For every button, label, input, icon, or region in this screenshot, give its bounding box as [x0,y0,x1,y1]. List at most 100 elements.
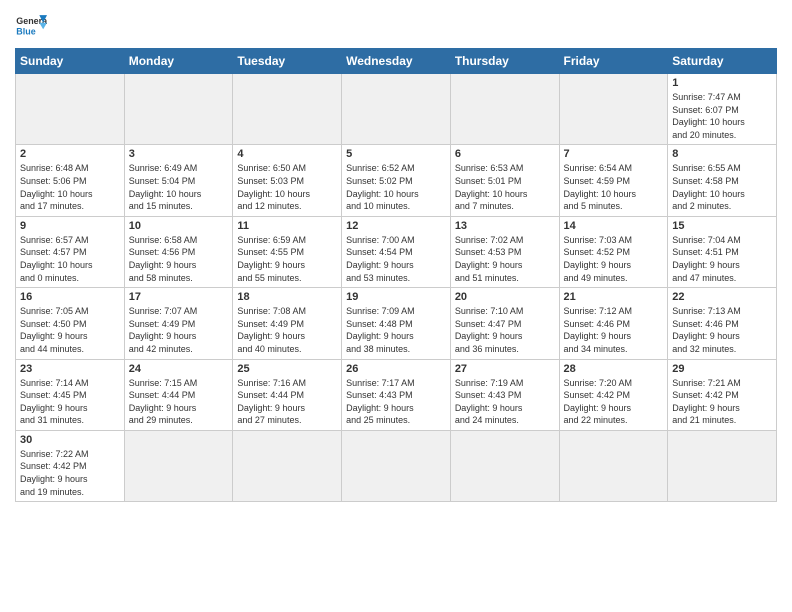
day-number: 14 [564,220,664,232]
day-number: 8 [672,148,772,160]
day-info: Sunrise: 7:08 AM Sunset: 4:49 PM Dayligh… [237,305,337,355]
week-row-2: 2Sunrise: 6:48 AM Sunset: 5:06 PM Daylig… [16,145,777,216]
weekday-wednesday: Wednesday [342,49,451,74]
day-info: Sunrise: 6:54 AM Sunset: 4:59 PM Dayligh… [564,162,664,212]
day-cell: 22 Sunrise: 7:13 AM Sunset: 4:46 PM Dayli… [668,288,777,359]
day-cell: 24Sunrise: 7:15 AM Sunset: 4:44 PM Dayli… [124,359,233,430]
day-cell: 4 Sunrise: 6:50 AM Sunset: 5:03 PM Daylig… [233,145,342,216]
day-info: Sunrise: 6:57 AM Sunset: 4:57 PM Dayligh… [20,234,120,284]
day-cell: 23 Sunrise: 7:14 AM Sunset: 4:45 PM Dayli… [16,359,125,430]
day-cell: 21 Sunrise: 7:12 AM Sunset: 4:46 PM Dayli… [559,288,668,359]
day-info: Sunrise: 7:12 AM Sunset: 4:46 PM Dayligh… [564,305,664,355]
day-cell [124,430,233,501]
day-info: Sunrise: 7:15 AM Sunset: 4:44 PM Dayligh… [129,377,229,427]
day-info: Sunrise: 6:50 AM Sunset: 5:03 PM Dayligh… [237,162,337,212]
weekday-saturday: Saturday [668,49,777,74]
week-row-1: 1 Sunrise: 7:47 AM Sunset: 6:07 PM Daylig… [16,74,777,145]
day-info: Sunrise: 7:03 AM Sunset: 4:52 PM Dayligh… [564,234,664,284]
day-number: 3 [129,148,229,160]
weekday-tuesday: Tuesday [233,49,342,74]
day-cell [233,74,342,145]
day-info: Sunrise: 7:16 AM Sunset: 4:44 PM Dayligh… [237,377,337,427]
day-info: Sunrise: 7:05 AM Sunset: 4:50 PM Dayligh… [20,305,120,355]
day-cell: 11 Sunrise: 6:59 AM Sunset: 4:55 PM Dayli… [233,216,342,287]
weekday-sunday: Sunday [16,49,125,74]
day-info: Sunrise: 6:53 AM Sunset: 5:01 PM Dayligh… [455,162,555,212]
day-cell [342,74,451,145]
day-info: Sunrise: 7:04 AM Sunset: 4:51 PM Dayligh… [672,234,772,284]
day-cell: 3 Sunrise: 6:49 AM Sunset: 5:04 PM Daylig… [124,145,233,216]
day-cell [233,430,342,501]
logo: General Blue [15,10,47,42]
day-cell [342,430,451,501]
day-number: 13 [455,220,555,232]
day-cell: 14 Sunrise: 7:03 AM Sunset: 4:52 PM Dayli… [559,216,668,287]
week-row-6: 30Sunrise: 7:22 AM Sunset: 4:42 PM Dayli… [16,430,777,501]
day-cell [450,430,559,501]
day-info: Sunrise: 7:07 AM Sunset: 4:49 PM Dayligh… [129,305,229,355]
day-cell: 15 Sunrise: 7:04 AM Sunset: 4:51 PM Dayli… [668,216,777,287]
day-number: 20 [455,291,555,303]
day-number: 19 [346,291,446,303]
day-cell: 10 Sunrise: 6:58 AM Sunset: 4:56 PM Dayli… [124,216,233,287]
day-info: Sunrise: 7:10 AM Sunset: 4:47 PM Dayligh… [455,305,555,355]
page: General Blue SundayMondayTuesdayWednesda… [0,0,792,612]
day-cell: 25Sunrise: 7:16 AM Sunset: 4:44 PM Dayli… [233,359,342,430]
day-number: 15 [672,220,772,232]
day-number: 22 [672,291,772,303]
week-row-3: 9 Sunrise: 6:57 AM Sunset: 4:57 PM Daylig… [16,216,777,287]
day-info: Sunrise: 7:19 AM Sunset: 4:43 PM Dayligh… [455,377,555,427]
day-cell [16,74,125,145]
weekday-friday: Friday [559,49,668,74]
day-cell: 27 Sunrise: 7:19 AM Sunset: 4:43 PM Dayli… [450,359,559,430]
weekday-header-row: SundayMondayTuesdayWednesdayThursdayFrid… [16,49,777,74]
calendar: SundayMondayTuesdayWednesdayThursdayFrid… [15,48,777,502]
day-info: Sunrise: 7:09 AM Sunset: 4:48 PM Dayligh… [346,305,446,355]
weekday-monday: Monday [124,49,233,74]
day-cell: 16Sunrise: 7:05 AM Sunset: 4:50 PM Dayli… [16,288,125,359]
day-cell: 28Sunrise: 7:20 AM Sunset: 4:42 PM Dayli… [559,359,668,430]
day-cell: 29Sunrise: 7:21 AM Sunset: 4:42 PM Dayli… [668,359,777,430]
day-cell [559,430,668,501]
day-info: Sunrise: 7:47 AM Sunset: 6:07 PM Dayligh… [672,91,772,141]
day-info: Sunrise: 7:21 AM Sunset: 4:42 PM Dayligh… [672,377,772,427]
day-cell: 12Sunrise: 7:00 AM Sunset: 4:54 PM Dayli… [342,216,451,287]
day-cell: 2Sunrise: 6:48 AM Sunset: 5:06 PM Daylig… [16,145,125,216]
day-cell: 19 Sunrise: 7:09 AM Sunset: 4:48 PM Dayli… [342,288,451,359]
general-blue-icon: General Blue [15,10,47,42]
day-number: 1 [672,77,772,89]
day-number: 5 [346,148,446,160]
day-cell: 6Sunrise: 6:53 AM Sunset: 5:01 PM Daylig… [450,145,559,216]
day-number: 2 [20,148,120,160]
day-info: Sunrise: 6:58 AM Sunset: 4:56 PM Dayligh… [129,234,229,284]
day-cell [559,74,668,145]
day-cell: 30Sunrise: 7:22 AM Sunset: 4:42 PM Dayli… [16,430,125,501]
day-number: 7 [564,148,664,160]
day-cell: 5Sunrise: 6:52 AM Sunset: 5:02 PM Daylig… [342,145,451,216]
day-cell [124,74,233,145]
day-info: Sunrise: 6:49 AM Sunset: 5:04 PM Dayligh… [129,162,229,212]
day-info: Sunrise: 7:02 AM Sunset: 4:53 PM Dayligh… [455,234,555,284]
day-cell: 17Sunrise: 7:07 AM Sunset: 4:49 PM Dayli… [124,288,233,359]
day-cell: 13 Sunrise: 7:02 AM Sunset: 4:53 PM Dayli… [450,216,559,287]
day-number: 9 [20,220,120,232]
day-number: 12 [346,220,446,232]
day-info: Sunrise: 7:14 AM Sunset: 4:45 PM Dayligh… [20,377,120,427]
header: General Blue [15,10,777,42]
day-number: 10 [129,220,229,232]
day-cell [668,430,777,501]
week-row-5: 23 Sunrise: 7:14 AM Sunset: 4:45 PM Dayli… [16,359,777,430]
day-cell: 7 Sunrise: 6:54 AM Sunset: 4:59 PM Daylig… [559,145,668,216]
day-info: Sunrise: 6:59 AM Sunset: 4:55 PM Dayligh… [237,234,337,284]
day-info: Sunrise: 7:13 AM Sunset: 4:46 PM Dayligh… [672,305,772,355]
day-number: 23 [20,363,120,375]
day-number: 21 [564,291,664,303]
day-cell: 18 Sunrise: 7:08 AM Sunset: 4:49 PM Dayli… [233,288,342,359]
day-number: 4 [237,148,337,160]
day-number: 27 [455,363,555,375]
day-cell [450,74,559,145]
day-number: 11 [237,220,337,232]
day-info: Sunrise: 7:17 AM Sunset: 4:43 PM Dayligh… [346,377,446,427]
day-cell: 1 Sunrise: 7:47 AM Sunset: 6:07 PM Daylig… [668,74,777,145]
day-number: 18 [237,291,337,303]
